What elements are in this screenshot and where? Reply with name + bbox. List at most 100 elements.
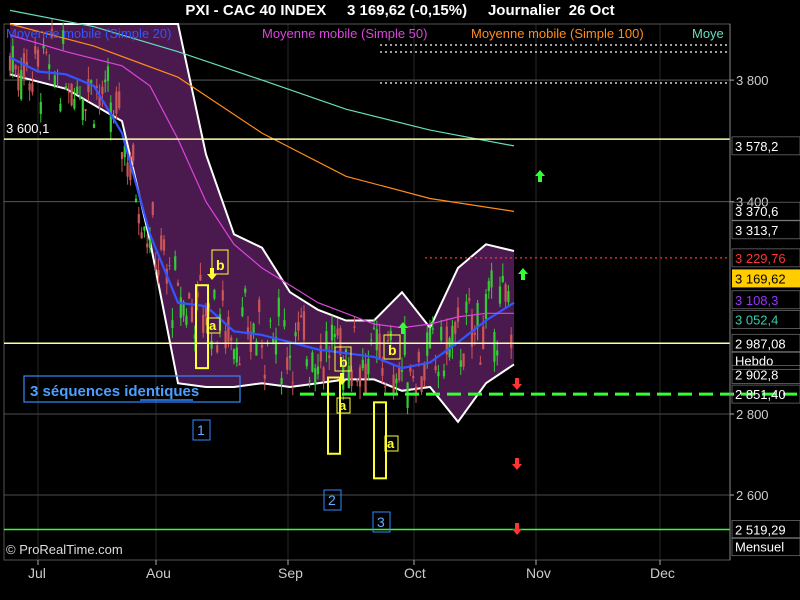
candle-body [28,83,31,91]
candle-body [308,380,311,382]
price-label: 3 169,62 [735,271,786,286]
candle-body [148,239,152,249]
candle-body [473,332,476,336]
candle-body [34,46,37,54]
candle-body [370,339,373,341]
candle-body [176,282,180,286]
candle-body [358,367,362,387]
candle-body [462,353,465,367]
red-down-arrow-3 [512,523,522,535]
candle-body [154,264,157,270]
candle-body [73,98,76,109]
candle-body [70,83,73,106]
sequence-number-2: 2 [328,492,336,508]
candle-body [252,323,255,334]
candle-body [381,367,384,376]
legend: Moyenne mobile (Simple 20) Moyenne mobile… [6,26,724,41]
candle-body [210,340,213,349]
candle-body [372,327,376,329]
candle-body [20,70,23,100]
letter-a-1: a [209,318,217,333]
candle-body [280,378,283,385]
price-label: 3 578,2 [735,139,778,154]
letter-a-3: a [387,436,395,451]
candle-body [311,352,314,372]
candle-body [395,378,398,384]
candle-body [288,355,292,358]
legend-item-2: Moyenne mobile (Simple 50) [262,26,427,41]
candle-body [232,349,236,360]
candle-body [67,91,70,93]
y-tick-label: 2 600 [736,488,769,503]
candle-body [356,380,359,382]
candle-body [386,340,390,342]
candle-body [456,307,460,322]
candle-body [81,99,84,120]
price-label: 3 052,4 [735,313,778,328]
candle-body [143,226,146,231]
candle-body [45,51,48,53]
candle-body [244,288,247,293]
candle-body [168,265,171,267]
candle-body [328,355,331,359]
candle-body [202,314,205,333]
letter-b-1: b [216,257,225,273]
candle-body [378,333,381,359]
green-up-arrow-1 [535,170,545,182]
price-label: Mensuel [735,540,784,555]
bollinger-fill [10,24,514,422]
price-label: 3 313,7 [735,223,778,238]
candle-body [224,330,227,349]
candle-body [302,311,306,340]
candle-body [283,320,286,327]
candle-body [454,321,457,334]
candle-body [347,365,350,389]
candle-body [330,324,334,341]
candle-body [442,370,446,377]
candle-body [417,351,420,362]
candle-body [300,315,303,318]
candle-body [277,297,280,317]
x-tick-label: Oct [404,565,426,581]
price-chart[interactable]: 3 600,1 1 2 3 a a a b b b 3 séquences identiques 3… [0,0,800,600]
candle-body [126,162,129,177]
candle-body [504,284,507,302]
candle-body [59,103,62,112]
candle-body [305,359,308,367]
price-label: 2 902,8 [735,368,778,383]
candle-body [92,123,96,128]
candle-body [221,290,224,301]
candle-body [174,256,177,270]
candle-body [507,291,510,303]
candle-body [14,65,17,70]
candle-body [479,362,482,365]
candle-body [227,316,230,342]
candle-body [364,363,367,394]
candle-body [484,293,488,320]
candle-body [336,328,339,336]
price-label: 3 108,3 [735,293,778,308]
candle-body [190,306,194,322]
candle-body [316,366,320,375]
y-tick-label: 3 800 [736,73,769,88]
candle-body [104,79,107,83]
candle-body [87,78,90,93]
candle-body [249,331,252,353]
candle-body [269,320,272,322]
red-down-arrow-1 [512,378,522,390]
candle-body [428,328,432,349]
red-down-arrow-2 [512,458,522,470]
candle-body [260,344,264,348]
candle-body [434,366,437,371]
candle-body [64,86,68,90]
candle-body [375,328,378,351]
candle-body [162,239,166,251]
x-tick-label: Nov [526,565,551,581]
candle-body [53,75,56,86]
candle-body [241,307,244,317]
candle-body [118,91,121,109]
sequence-label: 3 séquences identiques [30,383,199,400]
price-label: 2 987,08 [735,336,786,351]
candle-body [510,334,513,349]
candle-body [286,357,289,370]
